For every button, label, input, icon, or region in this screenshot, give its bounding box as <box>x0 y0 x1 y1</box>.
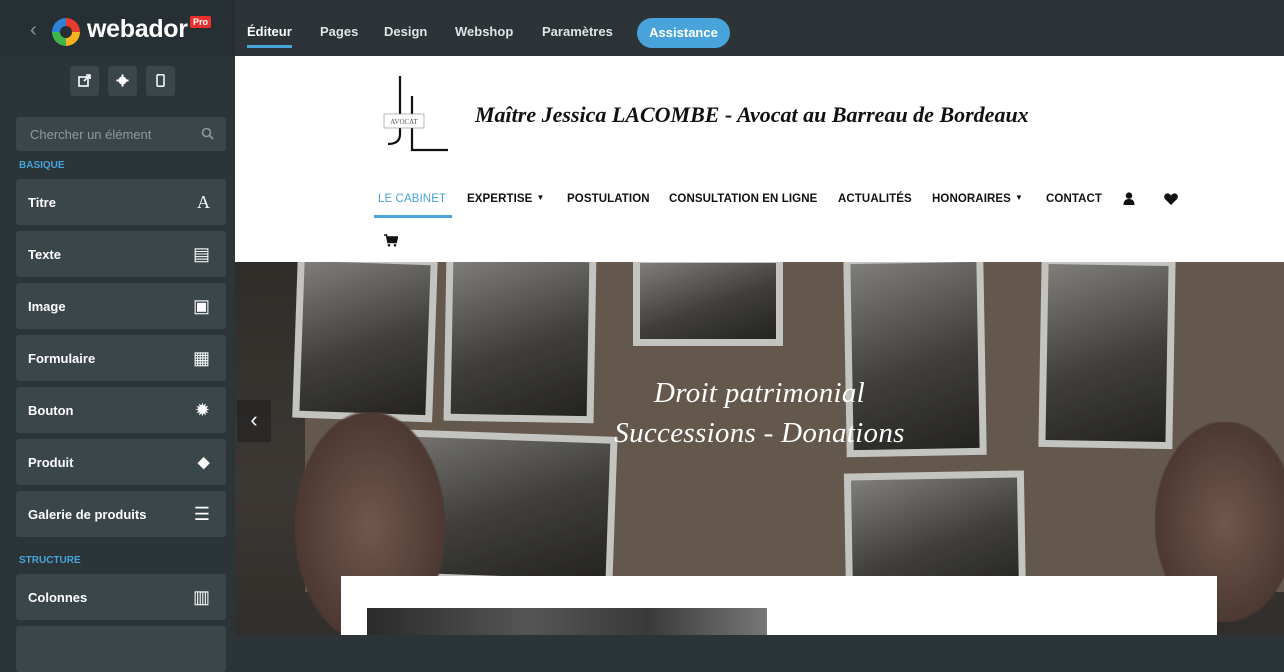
site-nav-label: HONORAIRES <box>932 193 1011 205</box>
list-icon: ☰ <box>193 504 210 524</box>
logo-caption: AVOCAT <box>390 118 418 126</box>
site-nav-expertise[interactable]: EXPERTISE ▼ <box>467 193 544 205</box>
section-basique: BASIQUE <box>19 160 65 171</box>
element-image[interactable]: Image ▣ <box>16 283 226 329</box>
element-sidebar: Chercher un élément BASIQUE Titre A Text… <box>0 56 235 672</box>
search-icon <box>201 127 214 140</box>
element-galerie-produits[interactable]: Galerie de produits ☰ <box>16 491 226 537</box>
site-nav-le-cabinet[interactable]: LE CABINET <box>373 193 453 218</box>
mobile-icon <box>156 74 165 87</box>
element-next[interactable] <box>16 626 226 672</box>
search-input[interactable]: Chercher un élément <box>16 117 226 151</box>
site-title[interactable]: Maître Jessica LACOMBE - Avocat au Barre… <box>475 102 1029 128</box>
caret-down-icon: ▼ <box>536 193 545 202</box>
gear-icon <box>116 74 129 87</box>
tab-webshop[interactable]: Webshop <box>455 24 513 39</box>
site-nav-actualites[interactable]: ACTUALITÉS <box>838 193 912 205</box>
top-bar: ‹ webador Pro Éditeur Pages Design Websh… <box>0 0 1284 56</box>
site-nav-contact[interactable]: CONTACT <box>1046 193 1102 205</box>
item-label: Produit <box>28 455 74 470</box>
site-nav-label: EXPERTISE <box>467 193 533 205</box>
brand-area: ‹ webador Pro <box>0 0 235 56</box>
element-bouton[interactable]: Bouton ✹ <box>16 387 226 433</box>
external-link-icon <box>78 74 91 87</box>
item-label: Galerie de produits <box>28 507 147 522</box>
item-label: Titre <box>28 195 56 210</box>
site-preview: AVOCAT Maître Jessica LACOMBE - Avocat a… <box>235 56 1284 635</box>
item-label: Bouton <box>28 403 74 418</box>
caret-down-icon: ▼ <box>1014 193 1023 202</box>
assistance-button[interactable]: Assistance <box>637 18 730 48</box>
form-icon: ▦ <box>192 348 210 368</box>
columns-icon: ▥ <box>192 587 210 607</box>
user-icon[interactable] <box>1123 192 1135 205</box>
heart-icon[interactable] <box>1164 193 1178 205</box>
search-placeholder: Chercher un élément <box>30 127 152 142</box>
settings-button[interactable] <box>108 66 137 96</box>
hero-heading-line1[interactable]: Droit patrimonial <box>235 377 1284 410</box>
tab-pages[interactable]: Pages <box>320 24 358 39</box>
element-produit[interactable]: Produit ⬥ <box>16 439 226 485</box>
site-nav-postulation[interactable]: POSTULATION <box>567 193 650 205</box>
tab-editeur[interactable]: Éditeur <box>247 24 292 48</box>
content-image[interactable] <box>367 608 767 635</box>
slider-prev-button[interactable]: ‹ <box>237 400 271 442</box>
item-label: Texte <box>28 247 61 262</box>
heading-icon: A <box>197 192 210 212</box>
cart-icon[interactable] <box>384 234 398 247</box>
tag-icon: ⬥ <box>197 452 210 472</box>
preview-button[interactable] <box>70 66 99 96</box>
site-nav-honoraires[interactable]: HONORAIRES ▼ <box>932 193 1023 205</box>
element-formulaire[interactable]: Formulaire ▦ <box>16 335 226 381</box>
element-texte[interactable]: Texte ▤ <box>16 231 226 277</box>
logo-text: webador <box>87 15 188 43</box>
tab-design[interactable]: Design <box>384 24 427 39</box>
chevron-left-icon[interactable]: ‹ <box>30 20 37 40</box>
element-titre[interactable]: Titre A <box>16 179 226 225</box>
mobile-view-button[interactable] <box>146 66 175 96</box>
element-colonnes[interactable]: Colonnes ▥ <box>16 574 226 620</box>
pro-badge: Pro <box>190 16 212 28</box>
webador-logo-icon <box>52 18 80 46</box>
hero-heading-line2[interactable]: Successions - Donations <box>235 417 1284 450</box>
text-icon: ▤ <box>192 244 210 264</box>
tab-parametres[interactable]: Paramètres <box>542 24 613 39</box>
button-icon: ✹ <box>194 400 210 420</box>
item-label: Image <box>28 299 66 314</box>
section-structure: STRUCTURE <box>19 555 81 566</box>
item-label: Colonnes <box>28 590 88 605</box>
item-label: Formulaire <box>28 351 96 366</box>
chevron-left-icon: ‹ <box>250 407 258 432</box>
site-nav-consultation[interactable]: CONSULTATION EN LIGNE <box>669 193 817 205</box>
image-icon: ▣ <box>192 296 210 316</box>
site-logo[interactable]: AVOCAT <box>378 74 454 154</box>
